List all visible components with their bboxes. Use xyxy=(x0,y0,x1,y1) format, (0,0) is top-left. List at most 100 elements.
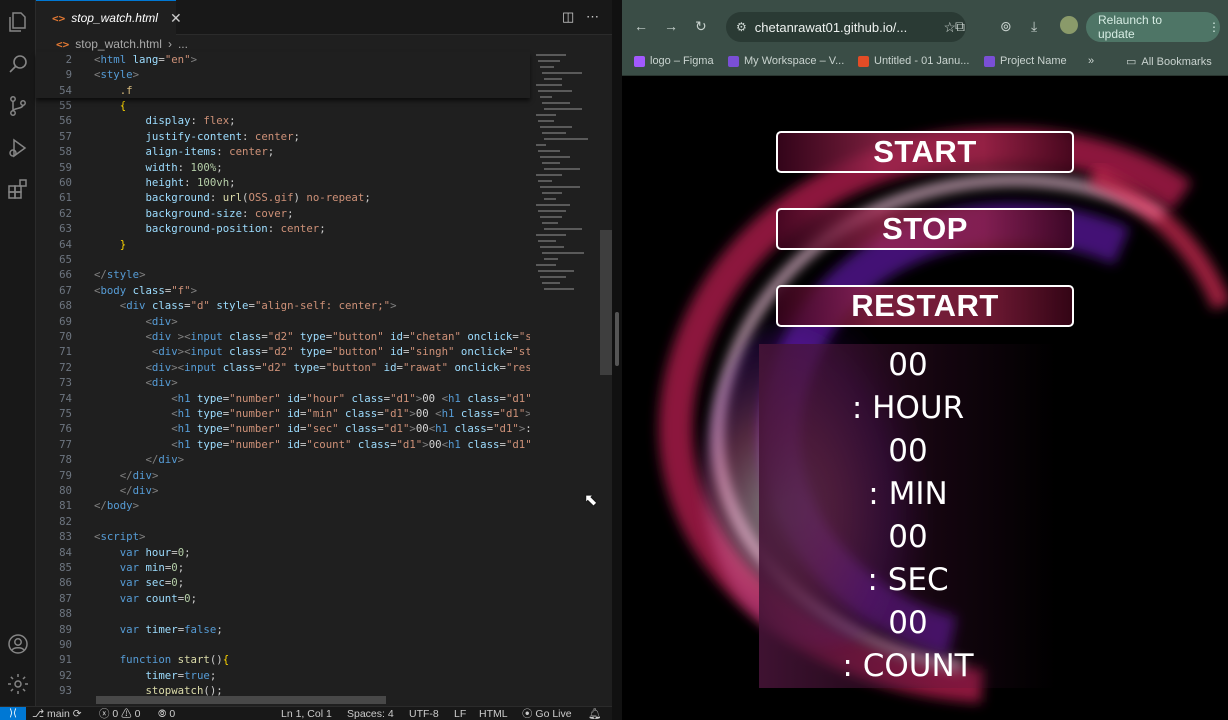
stop-button[interactable]: STOP xyxy=(776,208,1074,250)
extension-icon[interactable]: ⊚ xyxy=(1000,18,1012,35)
code-text[interactable]: <div> xyxy=(94,314,177,329)
code-text[interactable]: </style> xyxy=(94,267,146,282)
more-bookmarks-icon[interactable]: » xyxy=(1088,55,1094,67)
code-editor[interactable]: 55 {56 display: flex; 57 justify-content:… xyxy=(36,52,530,706)
notifications-bell-icon[interactable]: 🔔︎ xyxy=(588,707,601,720)
code-line[interactable]: 66 </style> xyxy=(36,267,530,282)
more-actions-icon[interactable]: ⋯ xyxy=(586,9,599,25)
code-line[interactable]: 77 <h1 type="number" id="count" class="d… xyxy=(36,437,530,452)
code-line[interactable]: 64 } xyxy=(36,237,530,252)
code-text[interactable]: <div ><input class="d2" type="button" id… xyxy=(94,329,530,344)
code-text[interactable]: height: 100vh; xyxy=(94,175,235,190)
code-text[interactable]: <body class="f"> xyxy=(94,283,197,298)
go-live-button[interactable]: ⦿ Go Live xyxy=(522,707,572,720)
forward-arrow-icon[interactable]: → xyxy=(664,18,678,34)
code-text[interactable]: </div> xyxy=(94,483,159,498)
code-line[interactable]: 82 xyxy=(36,514,530,529)
code-text[interactable]: width: 100%; xyxy=(94,160,222,175)
breadcrumb-file[interactable]: stop_watch.html xyxy=(75,37,162,51)
code-text[interactable]: timer=true; xyxy=(94,668,216,683)
code-line[interactable]: 83 <script> xyxy=(36,529,530,544)
code-line[interactable]: 75 <h1 type="number" id="min" class="d1"… xyxy=(36,406,530,421)
language-mode[interactable]: HTML xyxy=(479,707,508,720)
code-line[interactable]: 87 var count=0; xyxy=(36,591,530,606)
code-line[interactable]: 60 height: 100vh; xyxy=(36,175,530,190)
code-text[interactable]: <div><input class="d2" type="button" id=… xyxy=(94,360,530,375)
code-line[interactable]: 58 align-items: center; xyxy=(36,144,530,159)
end-of-line[interactable]: LF xyxy=(454,707,466,720)
code-line[interactable]: 71 <div><input class="d2" type="button" … xyxy=(36,344,530,359)
code-line[interactable]: 56 display: flex; xyxy=(36,113,530,128)
code-text[interactable]: </div> xyxy=(94,452,184,467)
explorer-icon[interactable] xyxy=(6,10,30,34)
code-line[interactable]: 67 <body class="f"> xyxy=(36,283,530,298)
code-line[interactable]: 55 { xyxy=(36,98,530,113)
code-line[interactable]: 74 <h1 type="number" id="hour" class="d1… xyxy=(36,391,530,406)
bookmark-untitled[interactable]: Untitled - 01 Janu... xyxy=(858,55,969,67)
code-text[interactable]: var timer=false; xyxy=(94,622,223,637)
horizontal-scrollbar[interactable] xyxy=(96,696,386,704)
source-control-icon[interactable] xyxy=(6,94,30,118)
code-text[interactable]: <h1 type="number" id="sec" class="d1">00… xyxy=(94,421,530,436)
code-line[interactable]: 73 <div> xyxy=(36,375,530,390)
code-text[interactable]: </body> xyxy=(94,498,139,513)
extensions-puzzle-icon[interactable]: ⧉ xyxy=(955,18,965,35)
bookmark-workspace[interactable]: My Workspace – V... xyxy=(728,55,844,67)
search-icon[interactable] xyxy=(6,52,30,76)
site-info-icon[interactable]: ⚙ xyxy=(736,20,747,34)
bookmark-project[interactable]: Project Name xyxy=(984,55,1067,67)
split-editor-icon[interactable]: ◫ xyxy=(562,9,574,25)
code-line[interactable]: 78 </div> xyxy=(36,452,530,467)
minimap[interactable] xyxy=(530,52,600,302)
code-text[interactable]: <h1 type="number" id="min" class="d1">00… xyxy=(94,406,530,421)
code-line[interactable]: 81 </body> xyxy=(36,498,530,513)
code-line[interactable]: 9 <style> xyxy=(36,67,530,82)
code-text[interactable]: <html lang="en"> xyxy=(94,52,197,67)
problems-indicator[interactable]: ⓧ 0 ⚠ 0 xyxy=(99,707,140,720)
code-text[interactable]: </div> xyxy=(94,468,159,483)
encoding[interactable]: UTF-8 xyxy=(409,707,439,720)
code-text[interactable]: <h1 type="number" id="count" class="d1">… xyxy=(94,437,530,452)
code-text[interactable]: var hour=0; xyxy=(94,545,191,560)
code-line[interactable]: 57 justify-content: center; xyxy=(36,129,530,144)
code-line[interactable]: 91 function start(){ xyxy=(36,652,530,667)
code-text[interactable]: justify-content: center; xyxy=(94,129,299,144)
code-line[interactable]: 92 timer=true; xyxy=(36,668,530,683)
code-text[interactable]: } xyxy=(94,237,126,252)
relaunch-button[interactable]: Relaunch to update ⋮ xyxy=(1086,12,1220,42)
code-line[interactable]: 68 <div class="d" style="align-self: cen… xyxy=(36,298,530,313)
code-line[interactable]: 76 <h1 type="number" id="sec" class="d1"… xyxy=(36,421,530,436)
code-line[interactable]: 62 background-size: cover; xyxy=(36,206,530,221)
code-line[interactable]: 61 background: url(OSS.gif) no-repeat; xyxy=(36,190,530,205)
code-line[interactable]: 2 <html lang="en"> xyxy=(36,52,530,67)
reload-icon[interactable]: ↻ xyxy=(695,18,707,35)
download-icon[interactable]: ⤓ xyxy=(1031,18,1037,35)
remote-indicator-icon[interactable]: ⟩⟨ xyxy=(0,707,26,720)
sticky-scroll-header[interactable]: 2 <html lang="en"> 9 <style> 54 .f xyxy=(36,52,530,98)
code-line[interactable]: 88 xyxy=(36,606,530,621)
splitter-handle[interactable] xyxy=(615,312,619,366)
code-text[interactable]: <script> xyxy=(94,529,145,544)
address-bar[interactable]: ⚙ chetanrawat01.github.io/... ☆ xyxy=(726,12,966,42)
cursor-position[interactable]: Ln 1, Col 1 xyxy=(281,707,332,720)
code-line[interactable]: 84 var hour=0; xyxy=(36,545,530,560)
code-line[interactable]: 72 <div><input class="d2" type="button" … xyxy=(36,360,530,375)
code-text[interactable]: <style> xyxy=(94,67,139,82)
code-text[interactable]: <div><input class="d2" type="button" id=… xyxy=(94,344,530,359)
close-icon[interactable]: ✕ xyxy=(170,10,182,27)
code-line[interactable]: 59 width: 100%; xyxy=(36,160,530,175)
code-line[interactable]: 89 var timer=false; xyxy=(36,622,530,637)
code-text[interactable]: { xyxy=(94,98,126,113)
code-text[interactable]: var min=0; xyxy=(94,560,184,575)
ports-indicator[interactable]: ⦾ 0 xyxy=(158,707,175,720)
code-text[interactable]: display: flex; xyxy=(94,113,235,128)
code-line[interactable]: 86 var sec=0; xyxy=(36,575,530,590)
profile-avatar[interactable] xyxy=(1060,16,1078,34)
code-text[interactable]: background-size: cover; xyxy=(94,206,293,221)
code-text[interactable]: <h1 type="number" id="hour" class="d1">0… xyxy=(94,391,530,406)
back-arrow-icon[interactable]: ← xyxy=(634,18,648,34)
code-line[interactable]: 79 </div> xyxy=(36,468,530,483)
code-text[interactable]: var sec=0; xyxy=(94,575,184,590)
code-line[interactable]: 63 background-position: center; xyxy=(36,221,530,236)
accounts-icon[interactable] xyxy=(6,632,30,656)
